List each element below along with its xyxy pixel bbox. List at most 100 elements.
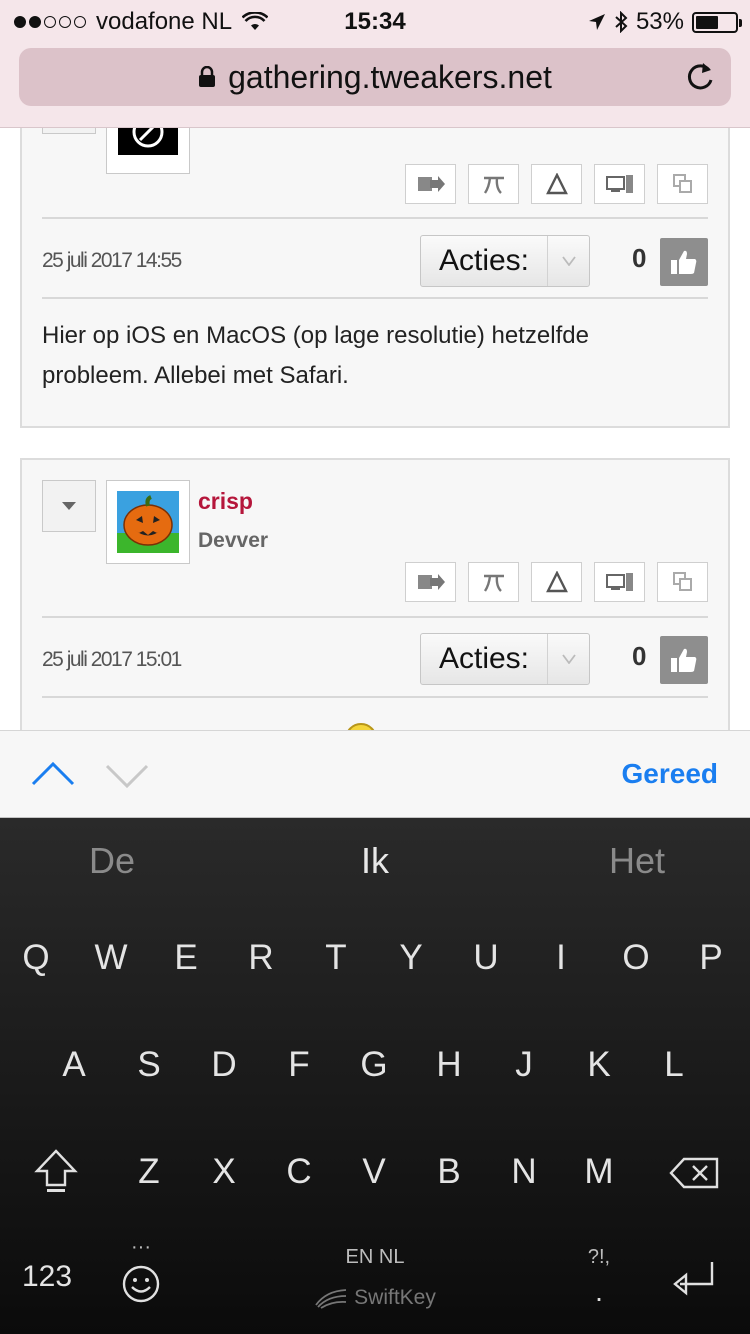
period-key[interactable]: .	[586, 1276, 612, 1308]
url-text: gathering.tweakers.net	[228, 58, 552, 95]
reload-icon[interactable]	[683, 60, 717, 94]
key-f[interactable]: F	[269, 1045, 329, 1085]
collapse-button[interactable]	[42, 128, 96, 134]
key-d[interactable]: D	[194, 1045, 254, 1085]
key-g[interactable]: G	[344, 1045, 404, 1085]
post-date: 25 juli 2017 14:55	[42, 249, 182, 272]
key-l[interactable]: L	[644, 1045, 704, 1085]
like-score: 0	[632, 243, 647, 273]
emoji-icon[interactable]	[121, 1264, 161, 1304]
copy-icon[interactable]	[657, 164, 708, 204]
prediction-3[interactable]: Het	[512, 840, 750, 882]
key-n[interactable]: N	[494, 1152, 554, 1192]
actions-label: Acties:	[438, 642, 530, 675]
like-score: 0	[632, 641, 647, 671]
key-q[interactable]: Q	[6, 938, 66, 978]
actions-dropdown[interactable]: Acties:	[420, 235, 590, 287]
pumpkin-avatar-icon	[117, 491, 179, 553]
key-e[interactable]: E	[156, 938, 216, 978]
numbers-key[interactable]: 123	[12, 1260, 82, 1294]
post-username[interactable]: crisp	[198, 488, 253, 515]
devices-icon[interactable]	[594, 164, 645, 204]
key-m[interactable]: M	[569, 1152, 629, 1192]
post-toolbar	[405, 562, 708, 602]
language-label[interactable]: EN NL	[300, 1246, 450, 1269]
user-title: Devver	[198, 529, 269, 552]
key-w[interactable]: W	[81, 938, 141, 978]
delta-icon[interactable]	[531, 164, 582, 204]
chevron-down-icon	[547, 634, 589, 684]
thumbs-up-button[interactable]	[660, 238, 708, 286]
delta-icon[interactable]	[531, 562, 582, 602]
key-s[interactable]: S	[119, 1045, 179, 1085]
key-k[interactable]: K	[569, 1045, 629, 1085]
backspace-icon[interactable]	[668, 1156, 720, 1190]
divider	[42, 297, 708, 299]
avatar[interactable]	[106, 128, 190, 174]
pi-icon[interactable]	[468, 562, 519, 602]
swiftkey-brand: SwiftKey	[354, 1286, 436, 1309]
prediction-1[interactable]: De	[0, 840, 237, 882]
copy-icon[interactable]	[657, 562, 708, 602]
post-toolbar	[405, 164, 708, 204]
emoji-more-indicator: ···	[131, 1236, 151, 1258]
prediction-2[interactable]: Ik	[250, 840, 500, 882]
browser-toolbar: gathering.tweakers.net	[0, 40, 750, 128]
key-p[interactable]: P	[681, 938, 741, 978]
return-icon[interactable]	[668, 1258, 720, 1302]
forum-post: crisp Devver 25 juli 2017 15:01 Acties:	[20, 458, 730, 730]
done-button[interactable]: Gereed	[622, 758, 719, 790]
devices-icon[interactable]	[594, 562, 645, 602]
caret-down-icon	[62, 502, 76, 510]
actions-dropdown[interactable]: Acties:	[420, 633, 590, 685]
status-bar: vodafone NL 15:34 53%	[0, 0, 750, 40]
battery-percent: 53%	[635, 8, 684, 35]
location-arrow-icon	[588, 14, 605, 30]
key-r[interactable]: R	[231, 938, 291, 978]
lock-icon	[199, 66, 216, 87]
key-b[interactable]: B	[419, 1152, 479, 1192]
thumbs-up-button[interactable]	[660, 636, 708, 684]
next-field-chevron-down-icon[interactable]	[104, 763, 150, 791]
key-u[interactable]: U	[456, 938, 516, 978]
key-a[interactable]: A	[44, 1045, 104, 1085]
quote-icon[interactable]	[405, 562, 456, 602]
smiley-emoticon-icon	[347, 723, 375, 730]
divider	[42, 696, 708, 698]
key-v[interactable]: V	[344, 1152, 404, 1192]
key-j[interactable]: J	[494, 1045, 554, 1085]
previous-field-chevron-up-icon[interactable]	[30, 759, 76, 787]
key-c[interactable]: C	[269, 1152, 329, 1192]
battery-icon	[692, 11, 742, 33]
avatar[interactable]	[106, 480, 190, 564]
thumbs-up-icon	[671, 250, 697, 274]
key-z[interactable]: Z	[119, 1152, 179, 1192]
chevron-down-icon	[547, 236, 589, 286]
key-y[interactable]: Y	[381, 938, 441, 978]
pi-icon[interactable]	[468, 164, 519, 204]
key-x[interactable]: X	[194, 1152, 254, 1192]
key-i[interactable]: I	[531, 938, 591, 978]
avatar-image	[118, 128, 178, 155]
spacebar[interactable]: SwiftKey	[300, 1278, 450, 1318]
forum-post: 25 juli 2017 14:55 Acties: 0 Hier op iOS…	[20, 128, 730, 428]
divider	[42, 616, 708, 618]
key-o[interactable]: O	[606, 938, 666, 978]
form-accessory-bar: Gereed	[0, 730, 750, 818]
address-bar[interactable]: gathering.tweakers.net	[19, 48, 731, 106]
punctuation-key[interactable]: ?!,	[576, 1246, 622, 1269]
quote-icon[interactable]	[405, 164, 456, 204]
status-right: 53%	[588, 8, 742, 36]
actions-label: Acties:	[438, 244, 530, 277]
post-body: Hier op iOS en MacOS (op lage resolutie)…	[42, 322, 589, 389]
keyboard: De Ik Het Q W E R T Y U I O P A S D F G …	[0, 818, 750, 1334]
shift-icon[interactable]	[34, 1148, 78, 1194]
page-content: 25 juli 2017 14:55 Acties: 0 Hier op iOS…	[0, 128, 750, 730]
key-h[interactable]: H	[419, 1045, 479, 1085]
swiftkey-logo-icon	[315, 1289, 347, 1309]
collapse-button[interactable]	[42, 480, 96, 532]
divider	[42, 217, 708, 219]
post-date: 25 juli 2017 15:01	[42, 648, 182, 671]
bluetooth-icon	[615, 11, 628, 33]
key-t[interactable]: T	[306, 938, 366, 978]
